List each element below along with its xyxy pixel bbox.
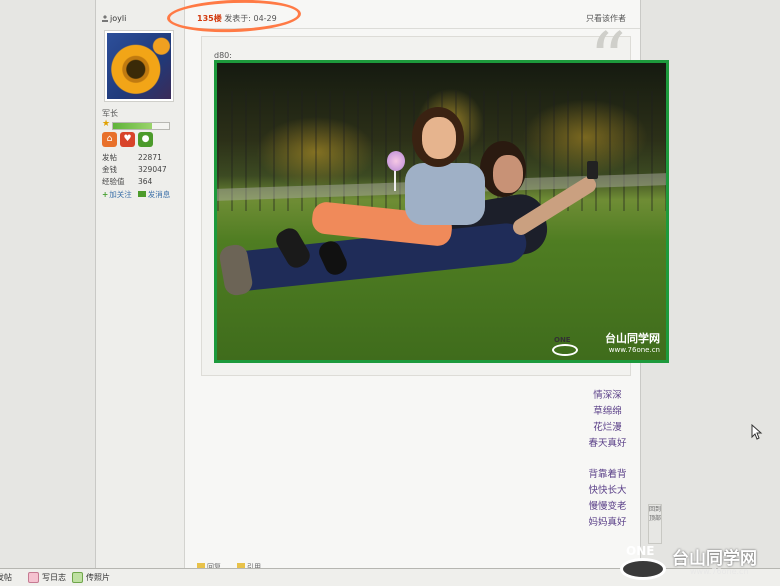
photo-watermark-name: 台山同学网 [605,332,660,345]
avatar-image[interactable] [107,33,171,99]
username[interactable]: joyli [102,14,126,23]
photo-watermark-url: www.76one.cn [608,346,660,354]
photo-girl-face [422,117,456,159]
toolbar-photo-button[interactable]: 传照片 [72,572,110,583]
stat-row: 金钱 329047 [102,164,167,176]
stat-value: 22871 [138,153,162,162]
message-button[interactable]: 发消息 [137,189,171,200]
medal-list: ⌂ ♥ ● [102,132,153,147]
stat-row: 发帖 22871 [102,152,167,164]
cursor-arrow-icon [751,423,763,440]
stat-label: 经验值 [102,177,125,186]
blog-icon [28,572,39,583]
site-watermark-logo-text: ONE [626,544,655,558]
photo-lollipop-stick [394,169,396,191]
mouse-cursor-icon [751,423,763,440]
photo-watermark-ring [552,344,578,356]
stat-label: 金钱 [102,165,117,174]
follow-label[interactable]: 加关注 [109,190,132,199]
photo-watermark-logo: ONE [552,336,580,358]
quote-author: d80: [214,51,232,60]
star-icon: ★ [102,119,111,129]
message-label[interactable]: 发消息 [148,190,171,199]
heart-medal-icon[interactable]: ♥ [120,132,135,147]
poem-line: 快快长大 [588,485,627,496]
site-watermark-logo: ONE [620,544,666,580]
level-progress-fill [113,123,153,129]
site-watermark-ring [620,558,666,580]
poem-text: 情深深 草绵绵 花烂漫 春天真好 背靠着背 快快长大 慢慢变老 妈妈真好 [525,388,690,531]
poem-line: 草绵绵 [593,406,622,417]
message-icon [137,191,146,197]
user-rank: 军长 [102,109,118,118]
toolbar-photo-label[interactable]: 传照片 [86,572,110,583]
stat-row: 经验值 364 [102,176,167,188]
stat-value: 329047 [138,165,167,174]
photo-watermark-logo-text: ONE [554,336,571,344]
toolbar-post-label[interactable]: 发帖 [0,572,12,583]
stat-label: 发帖 [102,153,117,162]
bear-medal-icon[interactable]: ● [138,132,153,147]
stat-value: 364 [138,177,153,186]
site-watermark-name: 台山同学网 [672,549,757,569]
poem-line: 花烂漫 [593,422,622,433]
photo-lollipop [387,151,405,171]
photo-girl-shirt [405,163,485,225]
poem-line: 背靠着背 [588,469,627,480]
house-medal-icon[interactable]: ⌂ [102,132,117,147]
photo-watermark: 台山同学网 www.76one.cn [605,330,660,354]
user-icon [102,15,108,22]
poem-line: 情深深 [593,390,622,401]
site-watermark-url: www.76one.cn [690,567,749,576]
photo-phone [587,161,598,179]
level-progress-bar [112,122,170,130]
scroll-top-button[interactable]: 回到顶部 [648,504,662,544]
user-stats: 发帖 22871 金钱 329047 经验值 364 [102,152,167,188]
poem-line: 妈妈真好 [588,517,627,528]
left-page-margin [0,0,96,570]
toolbar-post-button[interactable]: 发帖 [0,572,12,583]
photo-mother-face [493,155,523,193]
plus-icon: + [102,190,109,199]
poem-line: 春天真好 [588,438,627,449]
follow-button[interactable]: +加关注 [102,189,132,200]
post-photo[interactable]: ONE 台山同学网 www.76one.cn [214,60,669,363]
user-info-column: joyli 军长 ★ ⌂ ♥ ● 发帖 22871 金钱 329047 经验值 … [96,0,185,570]
avatar[interactable] [104,30,174,102]
user-actions: +加关注 发消息 [102,189,170,200]
photo-icon [72,572,83,583]
poem-line: 慢慢变老 [588,501,627,512]
poem-stanza-gap [525,452,690,467]
toolbar-blog-label[interactable]: 写日志 [42,572,66,583]
site-watermark: ONE 台山同学网 www.76one.cn [620,542,778,582]
username-text[interactable]: joyli [110,14,126,23]
toolbar-blog-button[interactable]: 写日志 [28,572,66,583]
